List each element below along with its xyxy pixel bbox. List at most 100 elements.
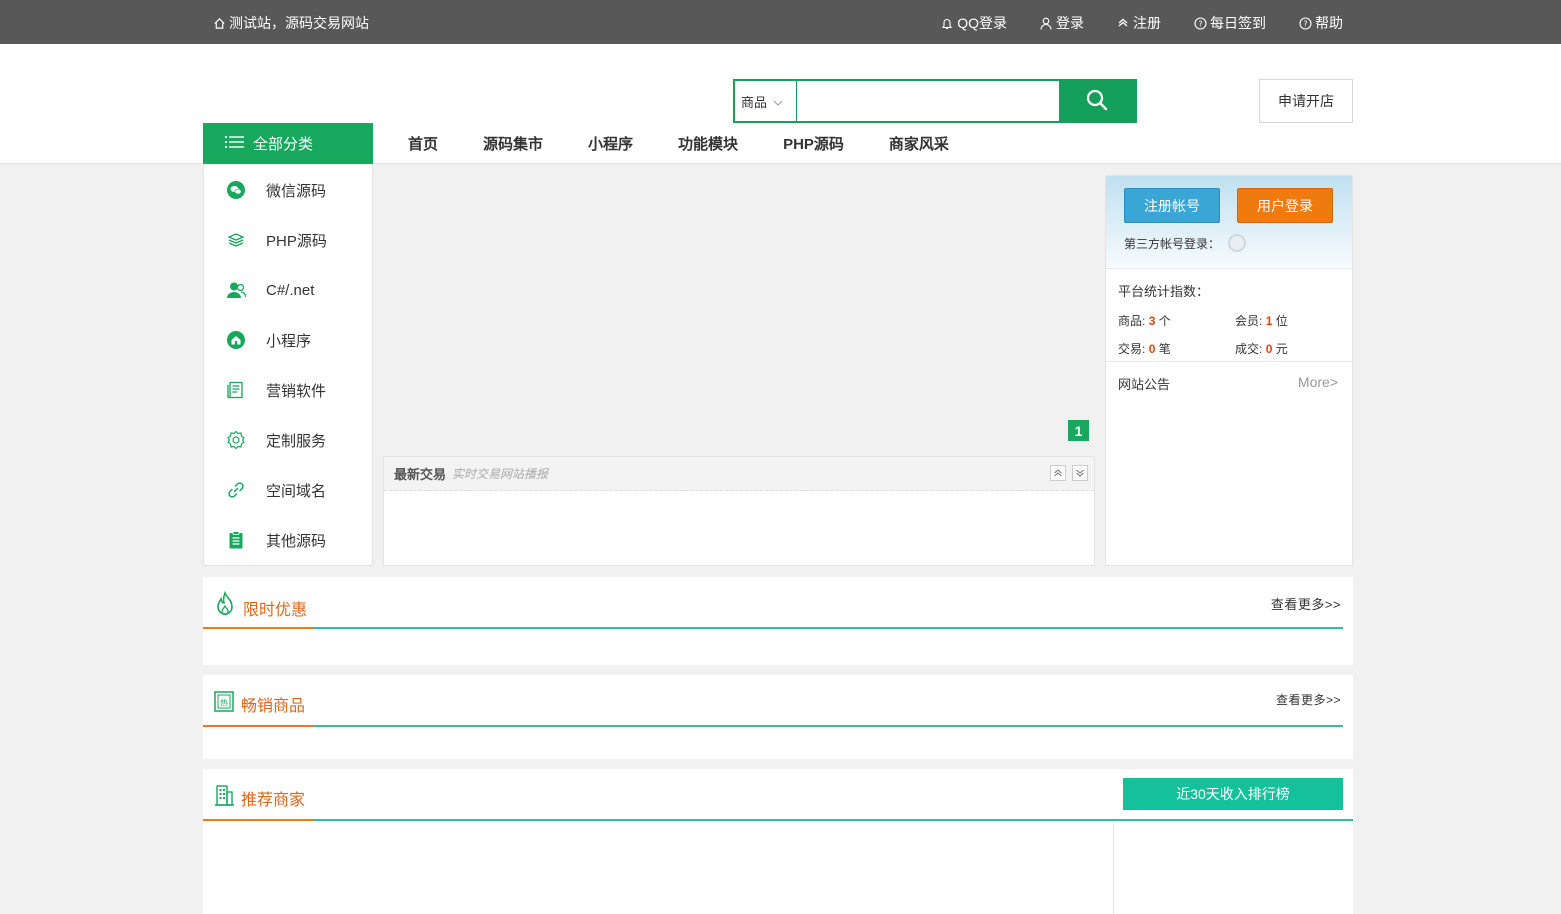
chevron-up-icon	[1116, 16, 1130, 30]
document-icon	[226, 380, 246, 400]
category-label: PHP源码	[266, 232, 327, 250]
category-item-custom-service[interactable]: 定制服务	[204, 415, 372, 465]
latest-trades-title: 最新交易	[394, 467, 447, 482]
scroll-up-icon[interactable]	[1050, 465, 1066, 481]
latest-trades-header: 最新交易 实时交易网站播报	[384, 457, 1094, 491]
flame-icon	[213, 590, 237, 624]
latest-trades-controls	[1050, 465, 1088, 481]
nav-php-source[interactable]: PHP源码	[783, 133, 844, 154]
nav-mini-program[interactable]: 小程序	[588, 133, 633, 154]
category-item-hosting-domain[interactable]: 空间域名	[204, 465, 372, 515]
search-input[interactable]	[797, 81, 1059, 121]
category-label: 定制服务	[266, 432, 327, 450]
help-circle-icon: ?	[1298, 16, 1312, 30]
bell-icon	[940, 16, 954, 30]
category-sidebar: 微信源码 PHP源码 C#/.net 小程序 营销软件 定制服务 空间域名 其他…	[203, 165, 373, 566]
category-label: C#/.net	[266, 281, 315, 299]
all-categories-button[interactable]: 全部分类	[203, 123, 373, 164]
third-party-login-label: 第三方帐号登录：	[1124, 236, 1221, 251]
notice-title: 网站公告	[1118, 377, 1171, 392]
search-button[interactable]	[1059, 81, 1135, 121]
top-links: QQ登录 登录 注册 ? 每日签到 ? 帮助	[940, 13, 1343, 33]
stat-products: 商品: 3 个	[1118, 314, 1171, 328]
section-title: 限时优惠	[213, 590, 308, 624]
chevron-down-icon	[773, 94, 783, 109]
menu-icon	[225, 135, 245, 153]
help-link[interactable]: ? 帮助	[1298, 13, 1343, 33]
hot-products-title: 畅销商品	[241, 697, 306, 715]
search-scope-value: 商品	[741, 94, 768, 110]
apply-store-button[interactable]: 申请开店	[1259, 79, 1353, 123]
clipboard-icon	[226, 530, 246, 550]
category-item-marketing[interactable]: 营销软件	[204, 365, 372, 415]
limited-offers-title: 限时优惠	[243, 601, 308, 619]
income-ranking-button[interactable]: 近30天收入排行榜	[1123, 778, 1343, 810]
stat-members: 会员: 1 位	[1235, 314, 1288, 328]
building-icon	[213, 783, 235, 812]
user-panel-auth: 注册帐号 用户登录 第三方帐号登录：	[1106, 176, 1352, 269]
category-label: 其他源码	[266, 532, 327, 550]
layers-icon	[226, 230, 246, 250]
hot-products-more-link[interactable]: 查看更多>>	[1276, 691, 1341, 708]
nav-home[interactable]: 首页	[408, 133, 438, 154]
daily-checkin-label: 每日签到	[1210, 15, 1266, 31]
search-scope-select[interactable]: 商品	[735, 81, 797, 121]
site-name[interactable]: 测试站，源码交易网站	[212, 13, 369, 33]
user-panel: 注册帐号 用户登录 第三方帐号登录： 平台统计指数： 商品: 3 个 会员: 1…	[1105, 175, 1353, 566]
category-item-csharp[interactable]: C#/.net	[204, 265, 372, 315]
header: 商品 申请开店 全部分类 首页 源码集市 小程序 功能模块 PHP源码 商家风采	[0, 44, 1561, 164]
top-bar: 测试站，源码交易网站 QQ登录 登录 注册 ? 每日签到 ? 帮助	[0, 0, 1561, 44]
user-icon	[1039, 16, 1053, 30]
recommended-merchants-title: 推荐商家	[241, 791, 306, 809]
site-notice: 网站公告 More>	[1106, 362, 1352, 393]
category-item-php[interactable]: PHP源码	[204, 215, 372, 265]
gear-icon	[226, 430, 246, 450]
link-icon	[226, 480, 246, 500]
banner-page-indicator[interactable]: 1	[1068, 420, 1089, 441]
section-accent-line	[203, 627, 313, 629]
daily-checkin-link[interactable]: ? 每日签到	[1193, 13, 1266, 33]
help-circle-icon: ?	[1193, 16, 1207, 30]
scroll-down-icon[interactable]	[1072, 465, 1088, 481]
nav-merchants[interactable]: 商家风采	[889, 133, 949, 154]
category-item-wechat[interactable]: 微信源码	[204, 165, 372, 215]
login-label: 登录	[1056, 15, 1084, 31]
hot-badge-icon: 热	[213, 689, 235, 718]
nav-modules[interactable]: 功能模块	[678, 133, 738, 154]
stat-deals: 成交: 0 元	[1235, 342, 1288, 356]
limited-offers-more-link[interactable]: 查看更多>>	[1271, 594, 1341, 613]
qq-login-link[interactable]: QQ登录	[940, 13, 1007, 33]
banner-carousel[interactable]	[383, 165, 1095, 450]
all-categories-label: 全部分类	[253, 136, 314, 153]
section-title: 热 畅销商品	[213, 689, 305, 718]
main-nav: 首页 源码集市 小程序 功能模块 PHP源码 商家风采	[408, 123, 994, 164]
stats-grid: 商品: 3 个 会员: 1 位 交易: 0 笔 成交: 0 元	[1118, 312, 1340, 357]
svg-text:热: 热	[220, 698, 228, 708]
latest-trades-panel: 最新交易 实时交易网站播报	[383, 456, 1095, 566]
user-login-button[interactable]: 用户登录	[1237, 188, 1333, 223]
register-account-button[interactable]: 注册帐号	[1124, 188, 1220, 223]
category-label: 营销软件	[266, 382, 327, 400]
stats-heading: 平台统计指数：	[1118, 284, 1210, 299]
home-circle-icon	[226, 330, 246, 350]
notice-more-link[interactable]: More>	[1298, 374, 1338, 393]
svg-text:?: ?	[1198, 19, 1202, 28]
third-party-login: 第三方帐号登录：	[1124, 234, 1247, 252]
site-name-label: 测试站，源码交易网站	[229, 15, 369, 31]
login-link[interactable]: 登录	[1039, 13, 1084, 33]
category-label: 空间域名	[266, 482, 327, 500]
category-item-mini-program[interactable]: 小程序	[204, 315, 372, 365]
limited-offers-section: 限时优惠 查看更多>>	[203, 577, 1353, 665]
platform-stats: 平台统计指数： 商品: 3 个 会员: 1 位 交易: 0 笔 成交: 0 元	[1106, 269, 1352, 362]
help-label: 帮助	[1315, 15, 1343, 31]
stat-trades: 交易: 0 笔	[1118, 342, 1171, 356]
recommended-merchants-section: 推荐商家 近30天收入排行榜	[203, 769, 1353, 914]
nav-source-market[interactable]: 源码集市	[483, 133, 543, 154]
section-accent-line	[203, 819, 313, 821]
register-link[interactable]: 注册	[1116, 13, 1161, 33]
hot-products-section: 热 畅销商品 查看更多>>	[203, 675, 1353, 759]
section-divider	[1113, 821, 1114, 914]
qq-login-icon[interactable]	[1228, 234, 1247, 252]
category-label: 小程序	[266, 332, 312, 350]
category-item-other-source[interactable]: 其他源码	[204, 515, 372, 565]
